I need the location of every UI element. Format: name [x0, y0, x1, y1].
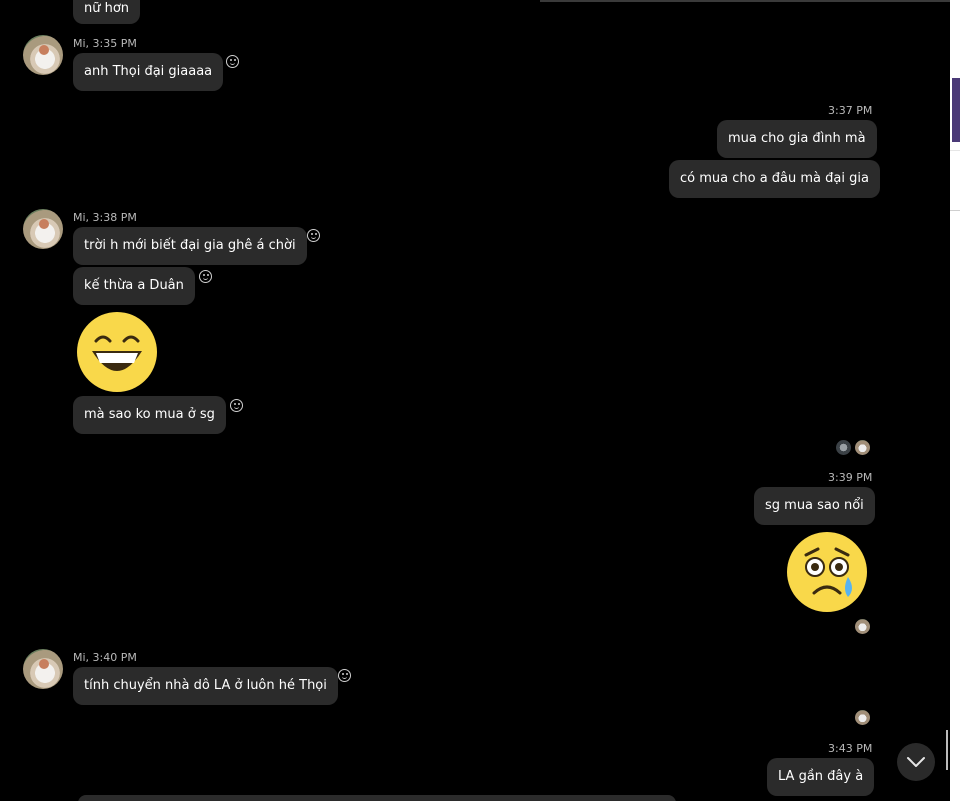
- contact-avatar[interactable]: [23, 649, 63, 689]
- divider: [950, 210, 960, 211]
- message-bubble[interactable]: LA gần đây à: [767, 758, 875, 796]
- chevron-down-icon: [907, 757, 925, 767]
- message-bubble[interactable]: trời h mới biết đại gia ghê á chời: [73, 227, 307, 265]
- side-panel-edge: [950, 0, 960, 801]
- sender-timestamp: Mi, 3:38 PM: [73, 211, 137, 224]
- smile-icon[interactable]: [199, 270, 212, 283]
- message-bubble[interactable]: kế thừa a Duân: [73, 267, 195, 305]
- message-bubble[interactable]: có mua cho a đâu mà đại gia: [669, 160, 880, 198]
- grinning-face-emoji[interactable]: [76, 311, 158, 393]
- accent-bar: [952, 78, 960, 142]
- smile-icon[interactable]: [338, 669, 351, 682]
- message-timestamp: 3:37 PM: [828, 104, 873, 117]
- header-divider: [540, 0, 950, 2]
- smile-icon[interactable]: [307, 229, 320, 242]
- read-receipt-avatar: [855, 710, 870, 725]
- read-receipt-avatar: [855, 619, 870, 634]
- sad-tear-face-emoji[interactable]: [786, 531, 868, 613]
- message-input[interactable]: [78, 795, 676, 801]
- divider: [950, 150, 960, 151]
- chat-panel: nữ hơn Mi, 3:35 PM anh Thọi đại giaaaa 3…: [0, 0, 950, 801]
- read-receipt-avatar: [836, 440, 851, 455]
- message-bubble[interactable]: anh Thọi đại giaaaa: [73, 53, 224, 91]
- message-bubble[interactable]: sg mua sao nổi: [754, 487, 875, 525]
- message-bubble[interactable]: mua cho gia đình mà: [717, 120, 877, 158]
- message-bubble[interactable]: mà sao ko mua ở sg: [73, 396, 226, 434]
- sender-timestamp: Mi, 3:35 PM: [73, 37, 137, 50]
- message-timestamp: 3:43 PM: [828, 742, 873, 755]
- message-bubble[interactable]: tính chuyển nhà dô LA ở luôn hé Thọi: [73, 667, 338, 705]
- read-receipt-avatar: [855, 440, 870, 455]
- contact-avatar[interactable]: [23, 35, 63, 75]
- contact-avatar[interactable]: [23, 209, 63, 249]
- smile-icon[interactable]: [230, 399, 243, 412]
- scrollbar-thumb[interactable]: [946, 730, 948, 770]
- scroll-down-button[interactable]: [897, 743, 935, 781]
- smile-icon[interactable]: [226, 55, 239, 68]
- message-timestamp: 3:39 PM: [828, 471, 873, 484]
- message-bubble[interactable]: nữ hơn: [73, 0, 141, 24]
- sender-timestamp: Mi, 3:40 PM: [73, 651, 137, 664]
